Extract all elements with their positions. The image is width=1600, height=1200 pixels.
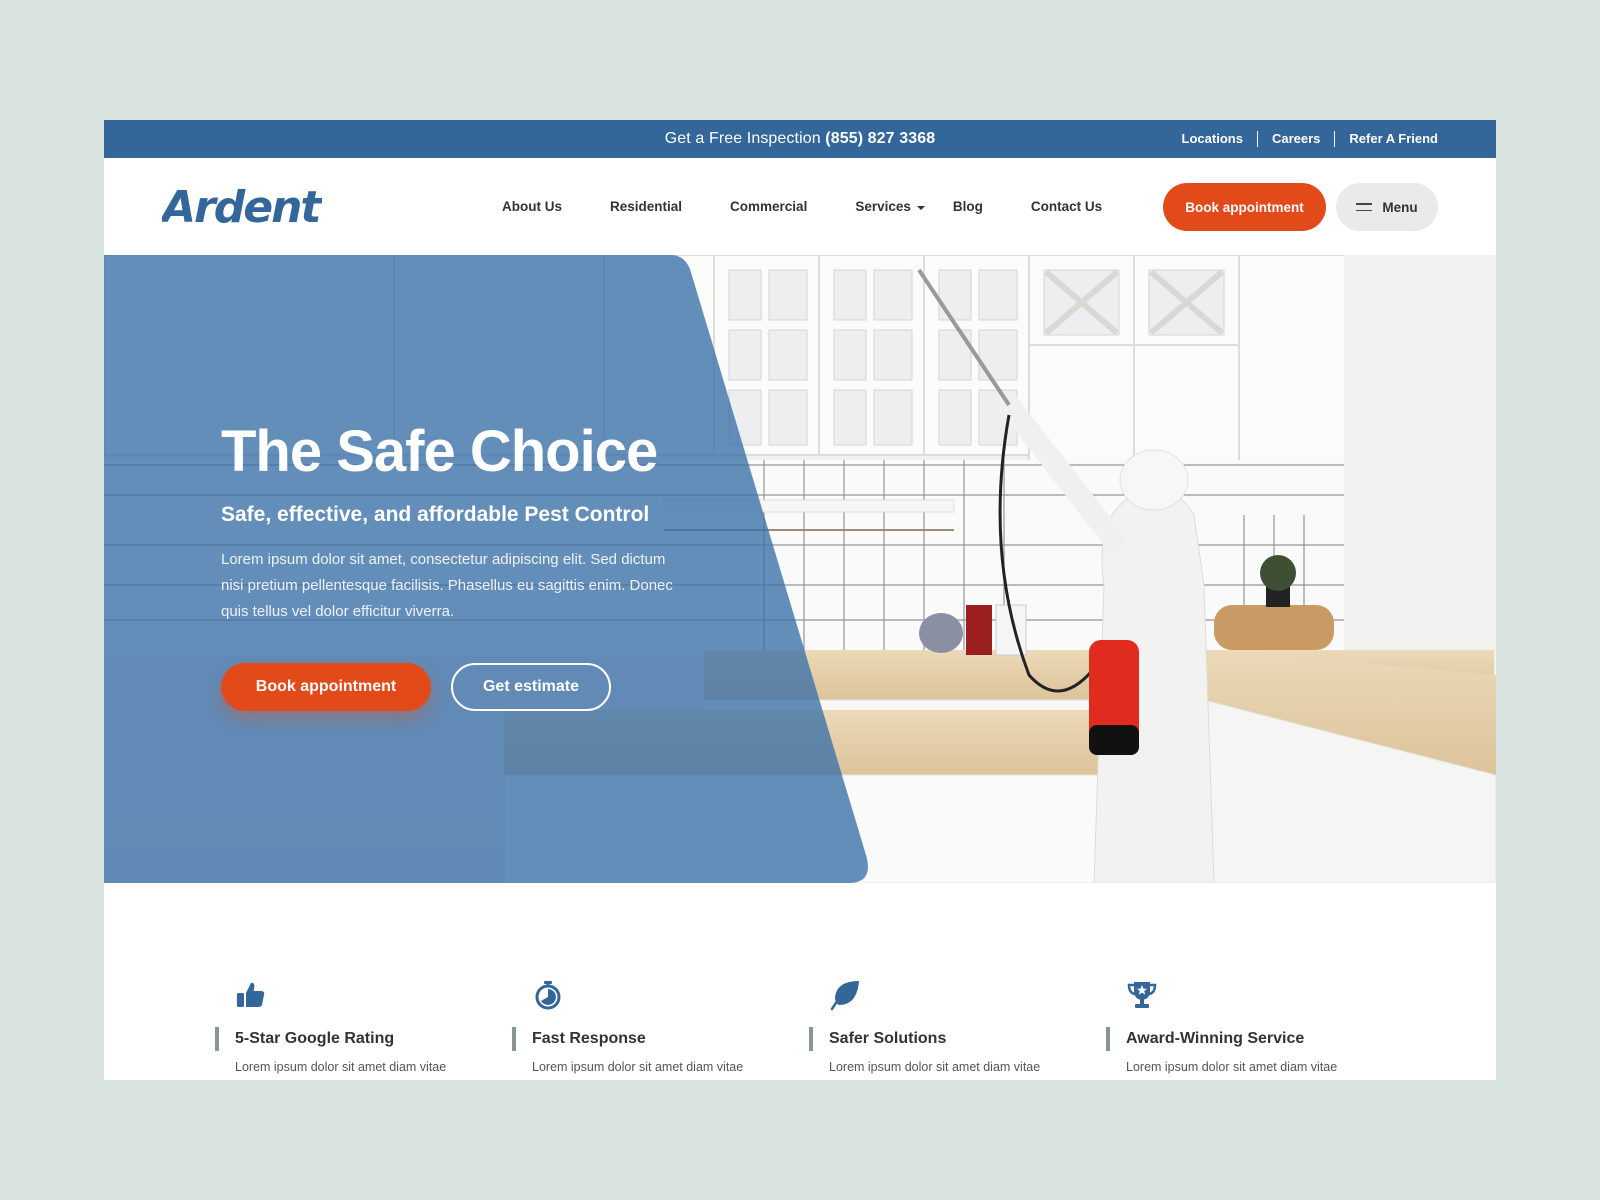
nav-commercial[interactable]: Commercial [730,199,807,214]
hero-buttons: Book appointment Get estimate [221,663,611,711]
nav-blog[interactable]: Blog [953,199,983,214]
feature-text: Lorem ipsum dolor sit amet diam vitae [829,1060,1041,1074]
nav-about-us[interactable]: About Us [502,199,562,214]
feature-title: Award-Winning Service [1126,1030,1305,1047]
hamburger-icon [1356,202,1373,212]
header-book-appointment-button[interactable]: Book appointment [1163,183,1326,231]
trophy-icon [1127,982,1157,1008]
feature-title-wrap: 5-Star Google Rating [215,1027,394,1051]
menu-button[interactable]: Menu [1336,183,1438,231]
hero-section: The Safe Choice Safe, effective, and aff… [104,255,1496,883]
feature-text: Lorem ipsum dolor sit amet diam vitae [235,1060,447,1074]
website-frame: Get a Free Inspection (855) 827 3368 Loc… [104,120,1496,1080]
feature-text: Lorem ipsum dolor sit amet diam vitae [532,1060,744,1074]
hero-description: Lorem ipsum dolor sit amet, consectetur … [221,551,673,620]
feature-title: Safer Solutions [829,1030,947,1047]
nav-contact-us[interactable]: Contact Us [1031,199,1102,214]
feature-text: Lorem ipsum dolor sit amet diam vitae [1126,1060,1338,1074]
features-section: 5-Star Google Rating Lorem ipsum dolor s… [104,883,1496,1080]
top-bar: Get a Free Inspection (855) 827 3368 Loc… [104,120,1496,158]
main-nav: About Us Residential Commercial Services… [502,158,1150,255]
main-header: Ardent About Us Residential Commercial S… [104,158,1496,255]
phone-number[interactable]: (855) 827 3368 [825,130,935,147]
feature-title: 5-Star Google Rating [235,1030,395,1047]
get-estimate-button[interactable]: Get estimate [451,663,611,711]
caret-down-icon [916,205,925,210]
feature-title: Fast Response [532,1030,646,1047]
utility-links: Locations Careers Refer A Friend [1168,120,1438,158]
hero-title: The Safe Choice [221,419,658,484]
nav-services-label: Services [855,199,911,214]
promo-label: Get a Free Inspection [664,130,821,147]
thumbs-up-icon [237,982,265,1007]
locations-link[interactable]: Locations [1168,131,1257,147]
feature-title-wrap: Fast Response [512,1027,646,1051]
ardent-logo[interactable]: Ardent [162,184,322,228]
nav-residential[interactable]: Residential [610,199,682,214]
hero-content: The Safe Choice Safe, effective, and aff… [221,423,701,625]
hero-book-appointment-button[interactable]: Book appointment [221,663,431,711]
nav-services[interactable]: Services [855,199,925,214]
hero-subtitle: Safe, effective, and affordable Pest Con… [221,503,650,526]
menu-label: Menu [1382,199,1418,215]
feature-title-wrap: Safer Solutions [809,1027,946,1051]
refer-a-friend-link[interactable]: Refer A Friend [1334,131,1438,147]
careers-link[interactable]: Careers [1256,131,1334,147]
feature-title-wrap: Award-Winning Service [1106,1027,1304,1051]
stopwatch-icon [535,981,561,1010]
leaf-icon [830,981,859,1011]
logo-text: Ardent [162,184,322,228]
